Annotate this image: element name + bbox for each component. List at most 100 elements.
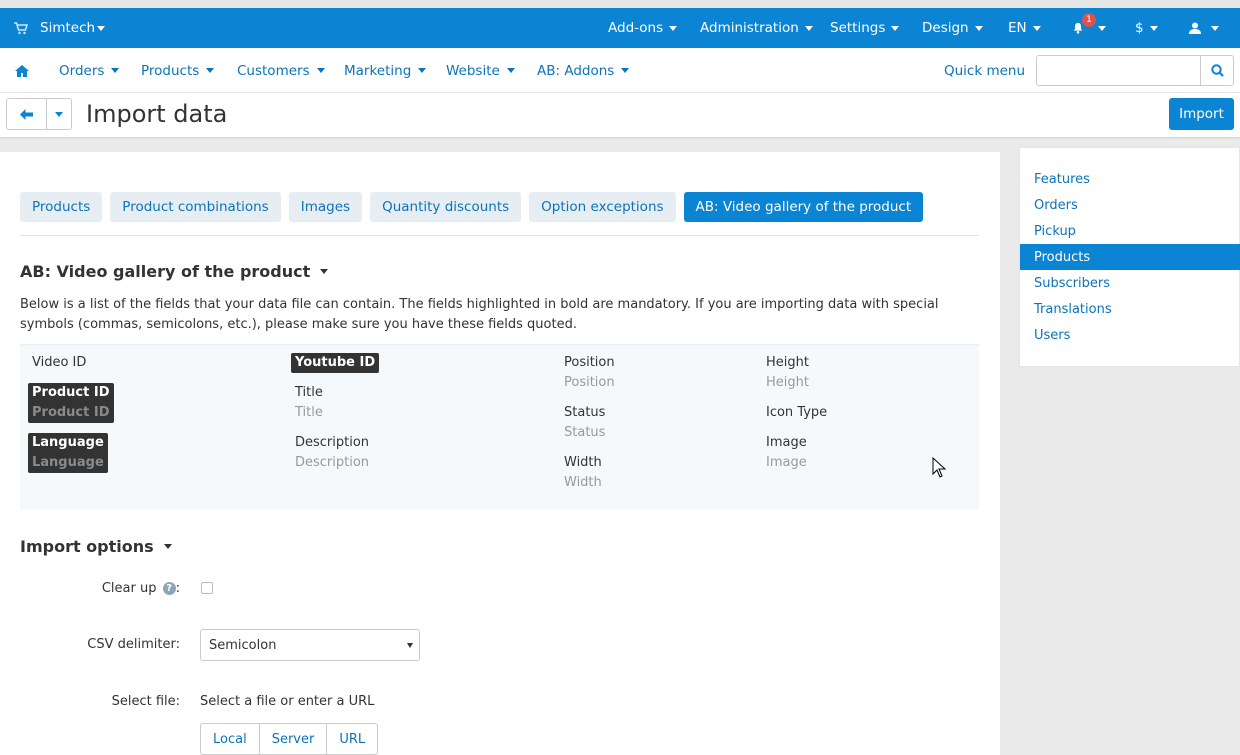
field-description: Description Description [295,435,370,470]
clear-up-checkbox[interactable] [201,582,213,594]
home-icon [15,64,29,77]
field-position: Position Position [564,355,615,390]
back-button-group [6,98,72,130]
local-file-button[interactable]: Local [201,724,260,754]
settings-menu[interactable]: Settings [830,8,900,48]
fields-description: Below is a list of the fields that your … [20,297,939,332]
tab-ab-video-gallery[interactable]: AB: Video gallery of the product [683,192,924,222]
language-menu[interactable]: EN [1008,8,1041,48]
url-file-button[interactable]: URL [327,724,377,754]
chevron-down-icon [407,643,413,648]
sidebar-item-translations[interactable]: Translations [1020,296,1240,322]
tab-quantity-discounts[interactable]: Quantity discounts [370,192,522,222]
field-width: Width Width [564,455,602,490]
store-switcher[interactable]: Simtech [14,8,106,48]
page-title: Import data [86,100,228,128]
chevron-down-icon [55,111,63,117]
chevron-down-icon [891,25,900,31]
history-dropdown-button[interactable] [47,99,71,129]
field-product-id: Product ID Product ID [28,383,114,423]
field-height: Height Height [766,355,809,390]
field-image: Image Image [766,435,807,470]
import-type-sidebar: Features Orders Pickup Products Subscrib… [1019,147,1240,367]
main-menu-bar: Orders Products Customers Marketing Webs… [0,48,1240,93]
tabs-divider [20,235,979,236]
currency-menu[interactable]: $ [1135,8,1158,48]
home-link[interactable] [15,48,29,93]
field-icon-type: Icon Type [766,405,828,420]
search-input[interactable] [1036,55,1234,86]
csv-delimiter-select[interactable]: Semicolon [200,629,420,661]
chevron-down-icon [163,544,172,549]
chevron-down-icon [621,68,630,73]
tab-products[interactable]: Products [20,192,103,222]
back-button[interactable] [7,99,47,129]
mandatory-field-highlight: Language Language [28,433,108,473]
cart-icon [14,21,28,34]
chevron-down-icon [418,68,427,73]
mandatory-field-highlight: Product ID Product ID [28,383,114,423]
sidebar-item-products[interactable]: Products [1020,244,1240,270]
select-file-label: Select file: [111,694,180,709]
chevron-down-icon [804,25,813,31]
chevron-down-icon [320,269,329,274]
file-source-buttons: Local Server URL [200,723,379,755]
import-tabs: Products Product combinations Images Qua… [20,192,924,222]
chevron-down-icon [1098,25,1106,31]
administration-menu[interactable]: Administration [700,8,813,48]
user-icon [1189,22,1201,34]
fields-list: Video ID Product ID Product ID Language … [20,344,979,510]
import-button[interactable]: Import [1169,98,1234,130]
sidebar-item-pickup[interactable]: Pickup [1020,218,1240,244]
mouse-cursor-icon [932,457,946,478]
addons-menu[interactable]: Add-ons [608,8,678,48]
csv-delimiter-value: Semicolon [209,637,277,653]
page-title-bar: Import data Import [0,93,1240,137]
sidebar-item-subscribers[interactable]: Subscribers [1020,270,1240,296]
notifications-menu[interactable]: 1 [1072,8,1106,48]
design-menu[interactable]: Design [922,8,983,48]
sidebar-item-orders[interactable]: Orders [1020,192,1240,218]
tab-product-combinations[interactable]: Product combinations [110,192,281,222]
search-icon [1210,64,1224,77]
chevron-down-icon [206,68,215,73]
search-button[interactable] [1200,56,1233,85]
tab-images[interactable]: Images [288,192,363,222]
chevron-down-icon [1149,25,1158,31]
top-bar: Simtech Add-ons Administration Settings … [0,8,1240,48]
user-menu[interactable] [1189,8,1219,48]
chevron-down-icon [974,25,983,31]
field-status: Status Status [564,405,606,440]
sidebar-item-users[interactable]: Users [1020,322,1240,348]
server-file-button[interactable]: Server [260,724,328,754]
field-youtube-id: Youtube ID [291,353,380,373]
chevron-down-icon [506,68,515,73]
field-video-id: Video ID [32,355,87,370]
arrow-left-icon [20,108,33,120]
field-language: Language Language [28,433,108,473]
csv-delimiter-label: CSV delimiter: [87,637,180,652]
menu-ab-addons[interactable]: AB: Addons [537,48,630,93]
field-title: Title Title [295,385,323,420]
notification-badge: 1 [1082,13,1096,27]
menu-orders[interactable]: Orders [59,48,120,93]
menu-customers[interactable]: Customers [237,48,325,93]
tab-option-exceptions[interactable]: Option exceptions [529,192,676,222]
import-options-title: Import options [20,537,154,556]
clear-up-label: Clear up ?: [101,581,180,596]
section-title: AB: Video gallery of the product [20,262,311,281]
help-icon[interactable]: ? [162,582,176,595]
browser-strip [0,0,1240,8]
chevron-down-icon [1032,25,1041,31]
menu-marketing[interactable]: Marketing [344,48,427,93]
quick-menu-link[interactable]: Quick menu [944,48,1025,93]
sidebar-item-features[interactable]: Features [1020,166,1240,192]
menu-website[interactable]: Website [446,48,515,93]
section-header-video-gallery[interactable]: AB: Video gallery of the product [20,262,329,281]
section-header-import-options[interactable]: Import options [20,537,172,556]
chevron-down-icon [669,25,678,31]
main-content: Products Product combinations Images Qua… [0,152,1000,755]
menu-products[interactable]: Products [141,48,215,93]
chevron-down-icon [316,68,325,73]
chevron-down-icon [1211,25,1219,31]
